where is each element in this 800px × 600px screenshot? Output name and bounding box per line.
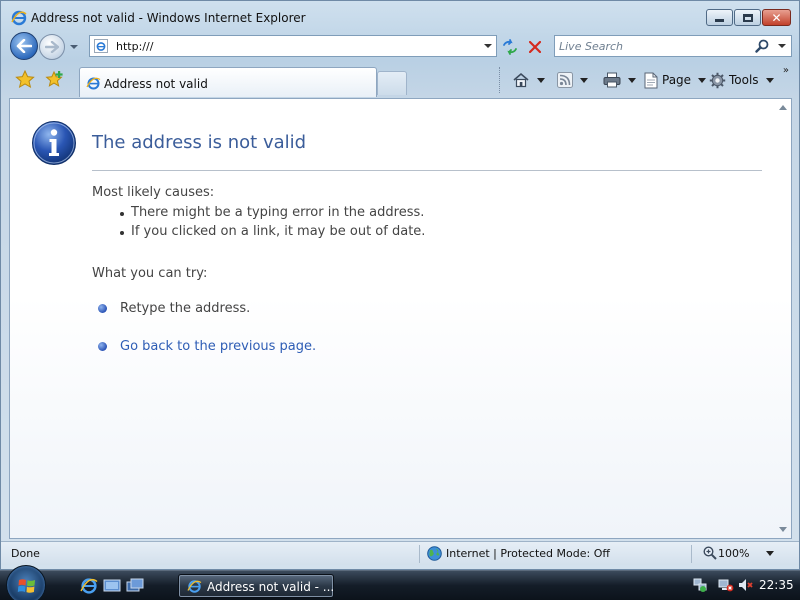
- scroll-up-icon[interactable]: [779, 105, 787, 110]
- forward-button[interactable]: [39, 34, 65, 60]
- close-button[interactable]: ✕: [762, 9, 791, 26]
- go-back-item: Go back to the previous page.: [98, 337, 316, 355]
- network-error-icon[interactable]: [718, 577, 734, 593]
- retype-address-item: Retype the address.: [98, 299, 250, 317]
- arrow-left-icon: [16, 39, 32, 53]
- home-button[interactable]: [512, 70, 545, 90]
- search-options-dropdown-icon[interactable]: [777, 42, 787, 50]
- vertical-scrollbar[interactable]: [776, 100, 790, 537]
- page-content: The address is not valid Most likely cau…: [9, 98, 792, 539]
- stop-button[interactable]: [526, 38, 544, 56]
- new-tab-button[interactable]: [377, 71, 407, 95]
- taskbar-ie-window[interactable]: Address not valid - ...: [178, 574, 334, 598]
- zoom-icon[interactable]: [703, 546, 717, 560]
- arrow-right-icon: [45, 41, 59, 53]
- status-text: Done: [11, 547, 40, 560]
- tab-label: Address not valid: [104, 77, 208, 91]
- taskbar-label: Address not valid - ...: [207, 580, 335, 594]
- home-icon: [513, 72, 529, 88]
- window-title: Address not valid - Windows Internet Exp…: [31, 11, 306, 25]
- retype-address-text: Retype the address.: [120, 300, 251, 316]
- taskbar: Address not valid - ... 22:35: [0, 565, 800, 600]
- start-button[interactable]: [6, 565, 46, 600]
- page-menu-button[interactable]: Page: [643, 70, 707, 90]
- bullet-icon: [98, 303, 107, 313]
- tools-menu-button[interactable]: Tools: [709, 70, 774, 90]
- go-back-link[interactable]: Go back to the previous page.: [120, 339, 316, 354]
- window-controls: ✕: [706, 9, 791, 26]
- magnifier-icon[interactable]: [755, 39, 769, 53]
- add-favorite-icon[interactable]: [45, 70, 65, 88]
- list-item: If you clicked on a link, it may be out …: [120, 224, 425, 243]
- tools-label: Tools: [729, 73, 759, 87]
- minimize-icon: [715, 19, 724, 22]
- bullet-icon: [98, 341, 107, 351]
- minimize-button[interactable]: [706, 9, 733, 26]
- list-item: There might be a typing error in the add…: [120, 205, 425, 224]
- security-zone-text[interactable]: Internet | Protected Mode: Off: [446, 547, 610, 560]
- toolbar-separator: [499, 67, 500, 93]
- chevron-down-icon[interactable]: [537, 77, 545, 83]
- chevron-down-icon: [765, 77, 774, 83]
- causes-title: Most likely causes:: [92, 185, 215, 200]
- ie-logo-icon[interactable]: [80, 577, 98, 595]
- print-button[interactable]: [603, 70, 636, 90]
- star-icon[interactable]: [15, 70, 35, 88]
- browser-window: Address not valid - Windows Internet Exp…: [0, 0, 800, 570]
- globe-icon[interactable]: [427, 546, 442, 561]
- status-bar: Done Internet | Protected Mode: Off 100%: [1, 541, 799, 565]
- back-button[interactable]: [10, 32, 38, 60]
- info-icon: [32, 121, 76, 165]
- page-label: Page: [662, 73, 692, 87]
- chevron-down-icon[interactable]: [580, 77, 588, 83]
- causes-list: There might be a typing error in the add…: [120, 205, 425, 243]
- ie-logo-icon: [187, 580, 202, 593]
- gear-icon: [709, 72, 726, 88]
- ie-page-icon: [94, 39, 108, 53]
- feeds-icon: [557, 72, 573, 88]
- maximize-button[interactable]: [734, 9, 761, 26]
- title-bar[interactable]: Address not valid - Windows Internet Exp…: [1, 1, 799, 35]
- search-box[interactable]: [554, 35, 792, 57]
- chevron-down-icon: [698, 77, 707, 83]
- refresh-icon: [503, 39, 517, 55]
- chevron-down-icon[interactable]: [766, 551, 774, 556]
- feeds-button[interactable]: [557, 70, 588, 90]
- address-input[interactable]: http:///: [116, 40, 153, 53]
- try-title: What you can try:: [92, 266, 208, 281]
- network-icon[interactable]: [692, 577, 708, 593]
- switch-windows-icon[interactable]: [126, 577, 144, 595]
- status-separator: [691, 545, 692, 563]
- recent-pages-dropdown[interactable]: [67, 40, 81, 54]
- windows-logo-icon: [17, 579, 35, 593]
- clock[interactable]: 22:35: [759, 578, 794, 592]
- tab-address-not-valid[interactable]: Address not valid: [79, 67, 377, 97]
- print-icon: [603, 72, 621, 88]
- show-desktop-icon[interactable]: [103, 577, 121, 595]
- close-icon: ✕: [771, 10, 782, 25]
- tab-bar: Address not valid Page Tools »: [1, 63, 799, 97]
- status-separator: [419, 545, 420, 563]
- ie-logo-icon: [11, 10, 27, 26]
- volume-muted-icon[interactable]: [737, 577, 753, 593]
- search-input[interactable]: [559, 38, 749, 54]
- toolbar-overflow-icon[interactable]: »: [783, 65, 789, 76]
- address-dropdown-icon[interactable]: [483, 40, 493, 52]
- stop-icon: [529, 41, 541, 53]
- page-icon: [644, 72, 658, 88]
- scroll-down-icon[interactable]: [779, 527, 787, 532]
- address-bar[interactable]: http:///: [89, 35, 497, 57]
- zoom-level[interactable]: 100%: [718, 547, 749, 560]
- refresh-button[interactable]: [500, 38, 520, 56]
- chevron-down-icon[interactable]: [628, 77, 636, 83]
- divider: [92, 170, 762, 171]
- ie-page-icon: [86, 77, 101, 90]
- navigation-bar: http:///: [1, 31, 799, 63]
- maximize-icon: [742, 13, 753, 22]
- page-title: The address is not valid: [92, 132, 307, 153]
